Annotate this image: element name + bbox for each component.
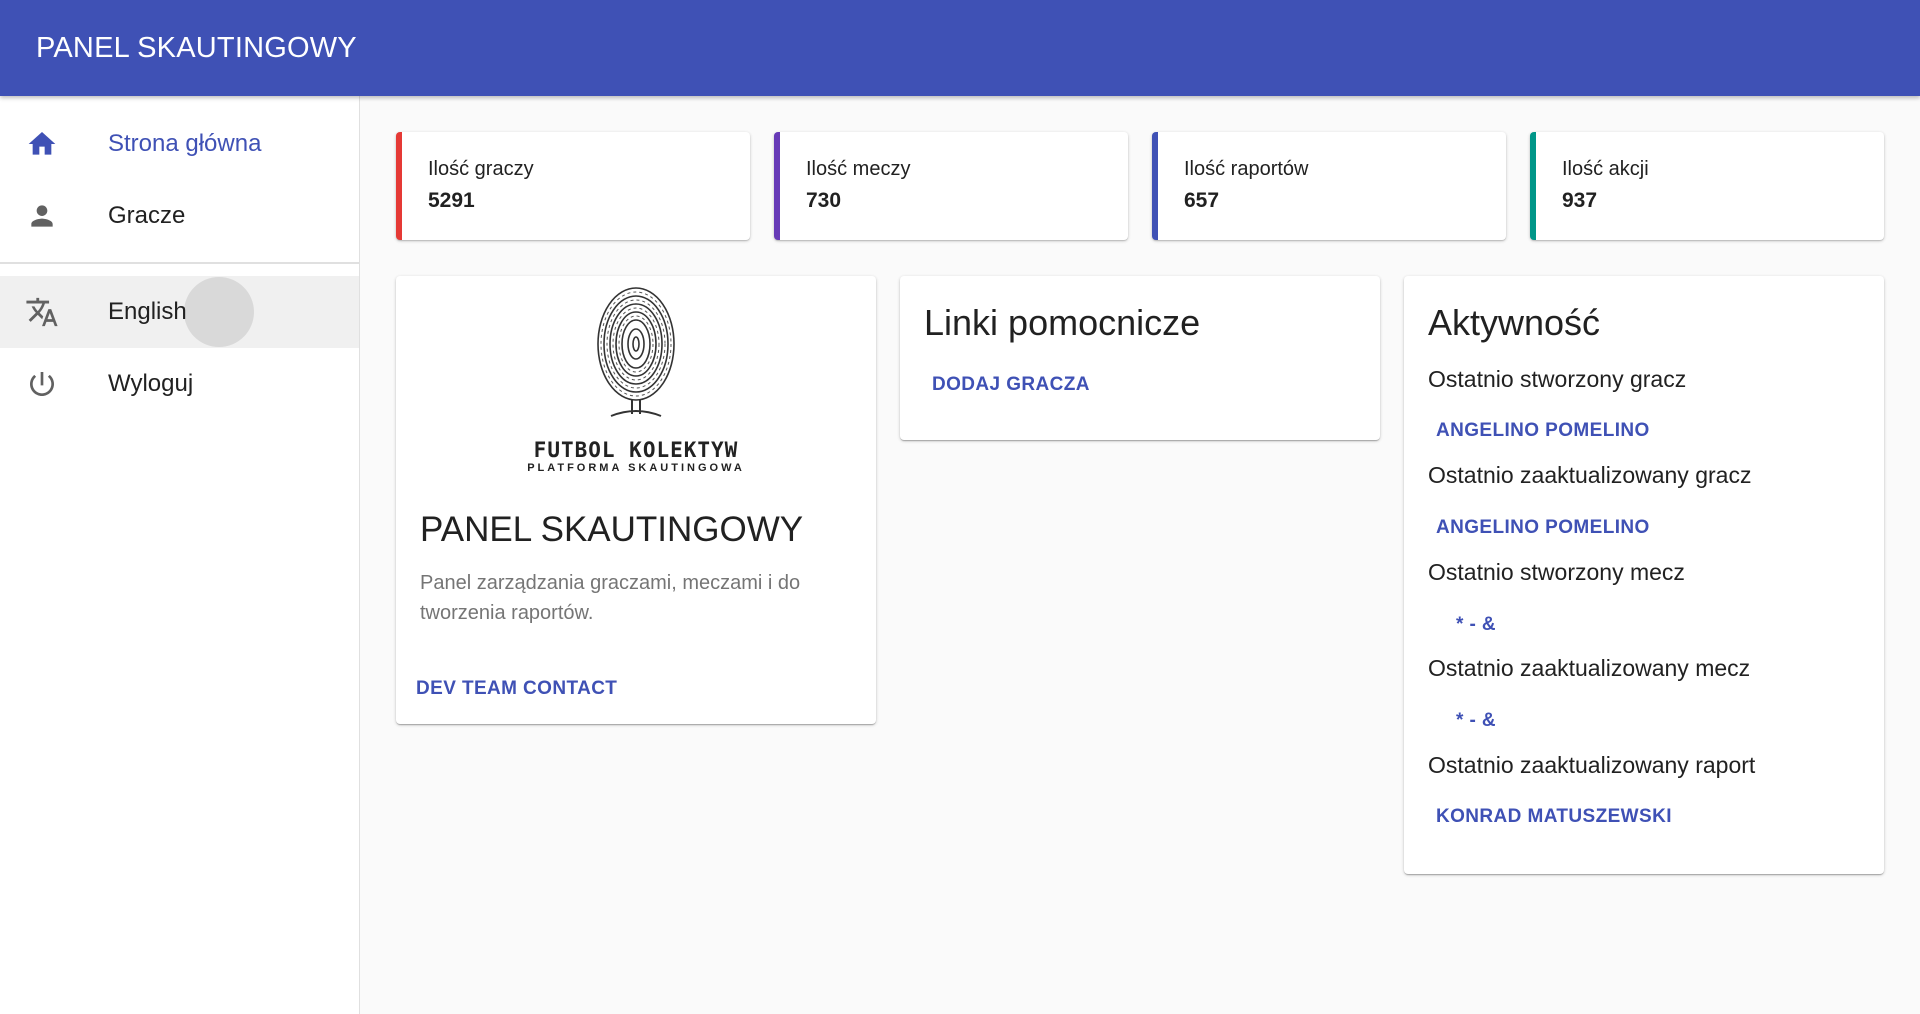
sidebar-item-players[interactable]: Gracze bbox=[0, 180, 359, 252]
stat-card-reports: Ilość raportów 657 bbox=[1152, 132, 1506, 240]
power-icon bbox=[24, 366, 60, 402]
stat-label: Ilość raportów bbox=[1184, 158, 1309, 180]
activity-link[interactable]: * - & bbox=[1456, 614, 1496, 636]
activity-card-title: Aktywność bbox=[1428, 302, 1601, 343]
person-icon bbox=[24, 198, 60, 234]
home-icon bbox=[24, 126, 60, 162]
links-card: Linki pomocnicze DODAJ GRACZA bbox=[900, 276, 1380, 440]
translate-icon bbox=[24, 294, 60, 330]
stat-card-players: Ilość graczy 5291 bbox=[396, 132, 750, 240]
info-card-title: PANEL SKAUTINGOWY bbox=[420, 510, 804, 549]
logo-subtext: PLATFORMA SKAUTINGOWA bbox=[527, 462, 745, 474]
main-content: Ilość graczy 5291 Ilość meczy 730 Ilość … bbox=[360, 96, 1920, 1014]
sidebar-item-label: Wyloguj bbox=[108, 370, 194, 397]
sidebar-item-logout[interactable]: Wyloguj bbox=[0, 348, 359, 420]
info-card-description: Panel zarządzania graczami, meczami i do… bbox=[420, 572, 801, 624]
sidebar-item-label: Gracze bbox=[108, 202, 186, 229]
stat-value: 937 bbox=[1562, 189, 1598, 212]
activity-link[interactable]: * - & bbox=[1456, 710, 1496, 732]
sidebar-item-label: Strona główna bbox=[108, 130, 262, 157]
stat-card-matches: Ilość meczy 730 bbox=[774, 132, 1128, 240]
stat-value: 730 bbox=[806, 189, 842, 212]
activity-label: Ostatnio stworzony gracz bbox=[1428, 366, 1687, 392]
add-player-link[interactable]: DODAJ GRACZA bbox=[932, 374, 1090, 396]
app-title: PANEL SKAUTINGOWY bbox=[36, 31, 357, 64]
sidebar: Strona główna Gracze English Wyloguj bbox=[0, 96, 360, 1014]
stat-label: Ilość graczy bbox=[428, 158, 534, 180]
dev-team-contact-button[interactable]: DEV TEAM CONTACT bbox=[416, 678, 617, 700]
stat-card-actions: Ilość akcji 937 bbox=[1530, 132, 1884, 240]
logo: FUTBOL KOLEKTYW PLATFORMA SKAUTINGOWA bbox=[396, 282, 876, 474]
sidebar-item-home[interactable]: Strona główna bbox=[0, 108, 359, 180]
stat-value: 5291 bbox=[428, 189, 475, 212]
activity-link[interactable]: ANGELINO POMELINO bbox=[1436, 420, 1650, 442]
ripple-effect bbox=[184, 277, 254, 347]
sidebar-divider bbox=[0, 262, 359, 264]
activity-card: Aktywność Ostatnio stworzony gracz ANGEL… bbox=[1404, 276, 1884, 874]
activity-label: Ostatnio zaaktualizowany raport bbox=[1428, 752, 1756, 778]
stat-label: Ilość akcji bbox=[1562, 158, 1649, 180]
stat-value: 657 bbox=[1184, 189, 1220, 212]
stat-label: Ilość meczy bbox=[806, 158, 911, 180]
activity-label: Ostatnio stworzony mecz bbox=[1428, 559, 1685, 585]
sidebar-item-label: English bbox=[108, 298, 187, 325]
sidebar-item-language[interactable]: English bbox=[0, 276, 359, 348]
activity-label: Ostatnio zaaktualizowany mecz bbox=[1428, 655, 1751, 681]
activity-link[interactable]: KONRAD MATUSZEWSKI bbox=[1436, 806, 1672, 828]
info-card: FUTBOL KOLEKTYW PLATFORMA SKAUTINGOWA PA… bbox=[396, 276, 876, 724]
app-bar: PANEL SKAUTINGOWY bbox=[0, 0, 1920, 96]
activity-link[interactable]: ANGELINO POMELINO bbox=[1436, 517, 1650, 539]
logo-text: FUTBOL KOLEKTYW bbox=[533, 438, 739, 462]
links-card-title: Linki pomocnicze bbox=[924, 302, 1201, 343]
fingerprint-icon bbox=[597, 287, 675, 417]
activity-label: Ostatnio zaaktualizowany gracz bbox=[1428, 462, 1752, 488]
